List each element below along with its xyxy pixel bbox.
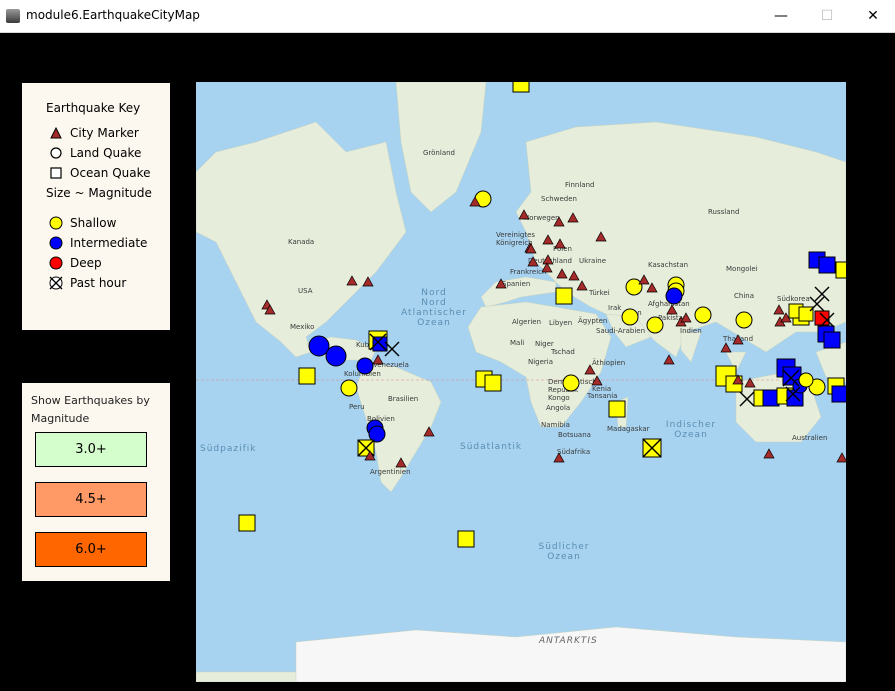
land-quake-marker[interactable] (665, 287, 683, 305)
key-ocean-quake-label: Ocean Quake (70, 166, 151, 180)
ocean-quake-marker[interactable] (831, 385, 846, 403)
land-quake-marker[interactable] (798, 372, 814, 388)
city-marker[interactable] (527, 256, 539, 267)
city-marker[interactable] (836, 452, 846, 463)
city-marker[interactable] (554, 238, 566, 249)
key-shallow: Shallow (48, 215, 116, 231)
city-marker[interactable] (576, 280, 588, 291)
key-land-quake: Land Quake (48, 145, 141, 161)
ocean-quake-marker[interactable] (798, 306, 814, 322)
key-city-marker: City Marker (48, 125, 139, 141)
land-quake-marker[interactable] (562, 374, 580, 392)
city-marker[interactable] (395, 457, 407, 468)
ocean-quake-marker[interactable] (457, 530, 475, 548)
magnitude-3-button[interactable]: 3.0+ (35, 432, 147, 467)
ocean-quake-marker[interactable] (823, 331, 841, 349)
minimize-button[interactable]: — (758, 0, 804, 32)
city-marker[interactable] (542, 254, 554, 265)
city-marker[interactable] (584, 364, 596, 375)
title-bar: module6.EarthquakeCityMap — ☐ ✕ (0, 0, 895, 33)
key-intermediate-label: Intermediate (70, 236, 148, 250)
land-quake-marker[interactable] (325, 345, 347, 367)
ocean-quake-marker[interactable] (818, 256, 836, 274)
city-marker[interactable] (720, 342, 732, 353)
land-quake-marker[interactable] (735, 311, 753, 329)
key-intermediate: Intermediate (48, 235, 147, 251)
deep-icon (49, 256, 63, 270)
key-deep-label: Deep (70, 256, 102, 270)
world-map[interactable]: Grönland Finnland Schweden Norwegen Vere… (196, 82, 846, 682)
city-marker[interactable] (518, 209, 530, 220)
city-marker[interactable] (732, 334, 744, 345)
land-quake-marker[interactable] (646, 316, 664, 334)
ocean-quake-icon (50, 167, 62, 179)
filter-title: Show Earthquakes by Magnitude (31, 394, 150, 425)
magnitude-4-5-button[interactable]: 4.5+ (35, 482, 147, 517)
key-past-hour: Past hour (48, 275, 126, 291)
city-marker[interactable] (680, 312, 692, 323)
city-marker[interactable] (567, 212, 579, 223)
maximize-button[interactable]: ☐ (804, 0, 850, 32)
city-marker[interactable] (638, 274, 650, 285)
city-marker[interactable] (666, 304, 678, 315)
key-ocean-quake: Ocean Quake (48, 165, 151, 181)
ocean-quake-marker[interactable] (555, 287, 573, 305)
key-shallow-label: Shallow (70, 216, 117, 230)
city-marker[interactable] (595, 231, 607, 242)
city-marker[interactable] (423, 426, 435, 437)
ocean-quake-marker[interactable] (608, 400, 626, 418)
city-marker[interactable] (372, 354, 384, 365)
land-quake-marker[interactable] (356, 357, 374, 375)
land-quake-marker[interactable] (621, 308, 639, 326)
key-deep: Deep (48, 255, 102, 271)
past-hour-icon (49, 276, 63, 290)
intermediate-icon (49, 236, 63, 250)
key-size-note: Size ~ Magnitude (46, 186, 152, 200)
ocean-quake-marker[interactable] (298, 367, 316, 385)
shallow-icon (49, 216, 63, 230)
land-quake-icon (50, 147, 62, 159)
city-marker[interactable] (553, 216, 565, 227)
ocean-quake-marker[interactable] (835, 261, 846, 279)
window-title: module6.EarthquakeCityMap (26, 8, 200, 22)
city-marker[interactable] (346, 275, 358, 286)
city-marker[interactable] (556, 268, 568, 279)
city-marker[interactable] (553, 452, 565, 463)
land-quake-marker[interactable] (625, 278, 643, 296)
city-marker[interactable] (773, 304, 785, 315)
ocean-quake-marker[interactable] (238, 514, 256, 532)
magnitude-6-button[interactable]: 6.0+ (35, 532, 147, 567)
land-quake-marker[interactable] (340, 379, 358, 397)
earthquake-markers-layer (238, 82, 846, 548)
magnitude-filter-panel: Show Earthquakes by Magnitude 3.0+ 4.5+ … (22, 383, 170, 581)
key-land-quake-label: Land Quake (70, 146, 142, 160)
close-button[interactable]: ✕ (850, 0, 895, 32)
city-marker-icon (50, 127, 62, 139)
key-past-hour-label: Past hour (70, 276, 127, 290)
city-marker[interactable] (591, 375, 603, 386)
city-marker[interactable] (744, 377, 756, 388)
key-title: Earthquake Key (46, 101, 141, 115)
city-marker[interactable] (542, 234, 554, 245)
ocean-quake-marker[interactable] (484, 374, 502, 392)
city-marker[interactable] (495, 278, 507, 289)
ocean-quake-marker[interactable] (512, 82, 530, 93)
key-city-marker-label: City Marker (70, 126, 139, 140)
city-marker[interactable] (362, 276, 374, 287)
app-icon (6, 9, 20, 23)
earthquake-key-panel: Earthquake Key City Marker Land Quake Oc… (22, 83, 170, 330)
ocean-quake-marker[interactable] (814, 310, 830, 326)
city-marker[interactable] (763, 448, 775, 459)
city-marker[interactable] (568, 270, 580, 281)
city-marker[interactable] (663, 354, 675, 365)
land-quake-marker[interactable] (694, 306, 712, 324)
